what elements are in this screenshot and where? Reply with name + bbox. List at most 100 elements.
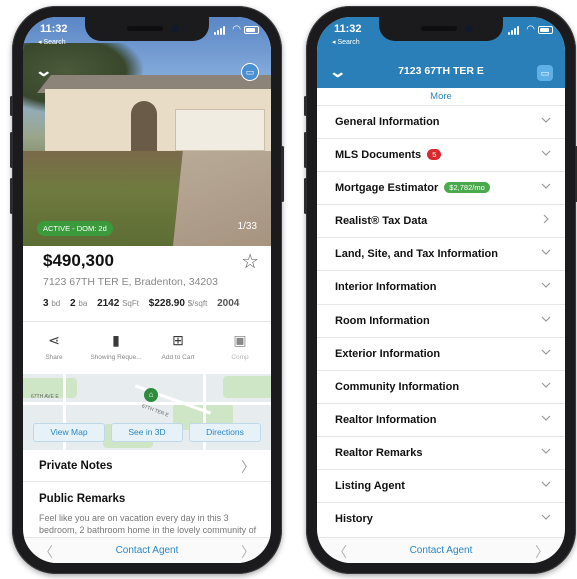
section-label: General Information [335,116,440,128]
section-badge: 5 [427,149,442,161]
phone-frame-left: 11:32 ◂ Search ◠ ⌄ ▭ ACTIVE - DOM: 2d 1/… [10,6,284,574]
bottom-bar: 〈 Contact Agent 〉 [317,537,565,563]
more-link[interactable]: More [317,91,565,102]
section-label: Interior Information [335,281,436,293]
map-street-label: 67TH AVE E [31,394,59,400]
screen-left: 11:32 ◂ Search ◠ ⌄ ▭ ACTIVE - DOM: 2d 1/… [23,17,271,563]
see-in-3d-button[interactable]: See in 3D [111,423,183,442]
mockup-stage: 11:32 ◂ Search ◠ ⌄ ▭ ACTIVE - DOM: 2d 1/… [0,0,577,579]
favorite-star-icon[interactable]: ☆ [241,249,259,274]
collapse-chevron-icon[interactable]: ⌄ [34,61,53,81]
chevron-down-icon [541,415,551,421]
share-icon: ⋖ [48,332,60,348]
public-remarks-title: Public Remarks [39,493,126,505]
garage-shape [175,109,265,151]
private-notes-label: Private Notes [39,460,113,472]
section-label-text: Land, Site, and Tax Information [335,248,498,261]
listing-address: 7123 67TH TER E, Bradenton, 34203 [43,276,218,288]
chevron-down-icon [541,349,551,355]
section-row[interactable]: Realtor Remarks [317,435,565,469]
back-to-app-link[interactable]: ◂ Search [332,38,360,46]
section-row[interactable]: Listing Agent [317,469,565,502]
cart-icon: ⊞ [172,332,184,348]
contact-agent-button[interactable]: Contact Agent [317,545,565,556]
next-listing-icon[interactable]: 〉 [241,542,255,562]
volume-down-button [304,178,307,214]
page-title: 7123 67TH TER E [398,65,484,77]
chevron-down-icon [541,514,551,520]
section-row[interactable]: General Information [317,105,565,138]
section-label: Realtor Remarks [335,447,422,459]
section-row[interactable]: Realist® Tax Data [317,204,565,237]
sqft-unit: SqFt [122,299,139,308]
section-row[interactable]: MLS Documents 5 [317,138,565,171]
section-label: Exterior Information [335,348,440,360]
section-label: Community Information [335,381,459,393]
section-label-text: General Information [335,116,440,128]
chevron-down-icon [541,448,551,454]
back-to-app-link[interactable]: ◂ Search [38,38,66,46]
signal-icon [214,26,225,35]
section-label-text: Exterior Information [335,347,441,360]
view-map-button[interactable]: View Map [33,423,105,442]
volume-up-button [304,132,307,168]
wifi-icon: ◠ [526,24,535,35]
public-remarks-header: Public Remarks [23,483,271,515]
beds-unit: bd [51,299,61,308]
section-label-text: Community Information [335,380,460,393]
year-built-value: 2004 [217,298,240,309]
compare-button[interactable]: ▣ Comp [209,322,271,374]
section-label-text: Realtor Information [335,413,437,426]
section-row[interactable]: Interior Information [317,270,565,303]
notch [85,17,209,41]
section-row[interactable]: Room Information [317,303,565,337]
contact-agent-button[interactable]: Contact Agent [23,545,271,556]
showing-request-button[interactable]: ▮ Showing Reque... [85,322,147,374]
chevron-down-icon [541,117,551,123]
section-label: Realist® Tax Data [335,215,427,227]
screen-right: 11:32 ◂ Search ◠ ⌄ 7123 67TH TER E ▭ Mor… [317,17,565,563]
chevron-down-icon [541,316,551,322]
baths-unit: ba [78,299,88,308]
cast-icon[interactable]: ▭ [537,65,553,81]
silent-switch [10,96,13,116]
section-row[interactable]: Land, Site, and Tax Information [317,237,565,270]
back-app-label: Search [337,39,360,46]
section-label-text: History [335,513,373,526]
next-listing-icon[interactable]: 〉 [535,542,549,562]
add-to-cart-label: Add to Cart [161,354,195,361]
section-row[interactable]: Community Information [317,369,565,403]
status-time: 11:32 [40,23,68,35]
signal-icon [508,26,519,35]
battery-icon [244,26,259,34]
notch [379,17,503,41]
section-label: History [335,513,373,525]
map-pin-icon: ⌂ [144,388,158,402]
chevron-down-icon [541,382,551,388]
power-button [281,146,284,202]
section-row[interactable]: History [317,502,565,535]
section-row[interactable]: Mortgage Estimator $2,782/mo [317,171,565,204]
volume-down-button [10,178,13,214]
chevron-down-icon [541,283,551,289]
chevron-down-icon [541,150,551,156]
sqft-value: 2142 [97,298,120,309]
directions-button[interactable]: Directions [189,423,261,442]
volume-up-button [10,132,13,168]
share-button[interactable]: ⋖ Share [23,322,85,374]
section-row[interactable]: Exterior Information [317,336,565,370]
section-label: Room Information [335,315,430,327]
private-notes-row[interactable]: Private Notes 〉 [23,450,271,482]
add-to-cart-button[interactable]: ⊞ Add to Cart [147,322,209,374]
section-label: MLS Documents 5 [335,149,442,161]
chevron-right-icon [543,214,549,224]
map-park [223,376,271,398]
listing-photo[interactable] [23,17,271,246]
section-label-text: Interior Information [335,281,437,294]
cast-icon[interactable]: ▭ [241,63,259,81]
chevron-down-icon [541,183,551,190]
section-label: Land, Site, and Tax Information [335,248,498,260]
back-app-label: Search [43,39,66,46]
section-label-text: Mortgage Estimator [335,182,439,195]
section-row[interactable]: Realtor Information [317,402,565,436]
